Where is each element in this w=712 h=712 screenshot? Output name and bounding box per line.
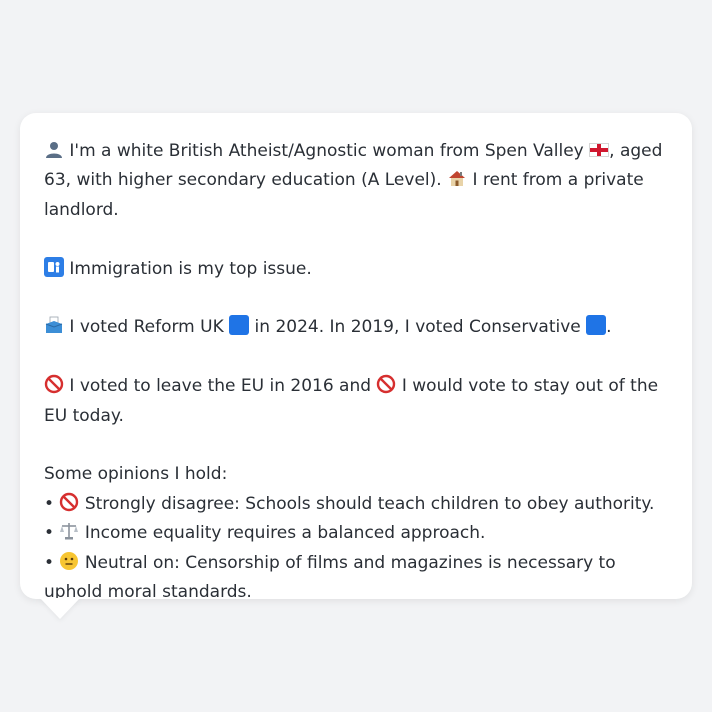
- bullet: •: [44, 493, 55, 514]
- eu-paragraph: I voted to leave the EU in 2016 and I wo…: [44, 372, 668, 431]
- balance-scale-icon: [60, 523, 79, 540]
- bubble-tail: [40, 598, 80, 619]
- bullet: •: [44, 552, 55, 573]
- person-icon: [44, 139, 64, 159]
- message-bubble: I'm a white British Atheist/Agnostic wom…: [20, 113, 692, 602]
- opinion-text: Strongly disagree: Schools should teach …: [79, 493, 655, 514]
- passport-control-icon: [44, 256, 64, 277]
- no-entry-icon: [60, 492, 79, 512]
- conservative-square-icon: [586, 315, 607, 336]
- reform-square-icon: [229, 315, 250, 336]
- vote-text-c: .: [606, 317, 612, 338]
- opinion-text: Neutral on: Censorship of films and maga…: [44, 552, 616, 603]
- chat-stage: I'm a white British Atheist/Agnostic wom…: [0, 0, 712, 712]
- identity-paragraph: I'm a white British Atheist/Agnostic wom…: [44, 137, 668, 225]
- identity-text-a: I'm a white British Atheist/Agnostic wom…: [64, 141, 590, 161]
- vote-text-b: in 2024. In 2019, I voted Conservative: [249, 317, 587, 338]
- bullet: •: [44, 523, 55, 544]
- opinion-text: Income equality requires a balanced appr…: [79, 523, 486, 544]
- opinion-item: • Income equality requires a balanced ap…: [44, 519, 668, 548]
- ballot-box-icon: [45, 317, 63, 334]
- no-entry-icon: [377, 375, 396, 394]
- no-entry-icon: [44, 375, 64, 394]
- eu-text-a: I voted to leave the EU in 2016 and: [64, 376, 377, 397]
- issue-text: Immigration is my top issue.: [64, 258, 312, 279]
- opinion-item: • Strongly disagree: Schools should teac…: [44, 490, 668, 519]
- opinion-item: • Neutral on: Censorship of films and ma…: [44, 549, 668, 608]
- neutral-face-icon: [60, 551, 79, 570]
- house-icon: [449, 171, 466, 187]
- opinions-heading: Some opinions I hold:: [44, 464, 228, 485]
- issue-paragraph: Immigration is my top issue.: [44, 255, 668, 284]
- vote-paragraph: I voted Reform UK in 2024. In 2019, I vo…: [44, 313, 668, 342]
- england-flag-icon: [589, 143, 610, 157]
- vote-text-a: I voted Reform UK: [64, 317, 230, 338]
